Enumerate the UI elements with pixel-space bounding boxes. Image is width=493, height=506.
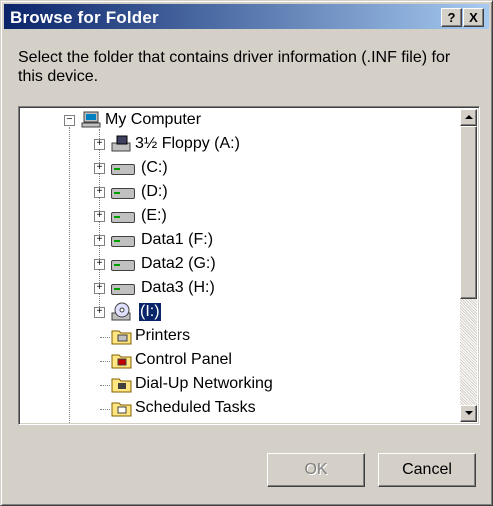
- tree-item-my-computer[interactable]: − My Computer: [59, 109, 459, 131]
- hard-drive-icon: [111, 188, 135, 199]
- hard-drive-icon: [111, 164, 135, 175]
- tree-item[interactable]: + (E:): [89, 205, 459, 227]
- expand-icon[interactable]: +: [94, 259, 105, 270]
- expand-icon[interactable]: +: [94, 235, 105, 246]
- tree-item[interactable]: + Data3 (H:): [89, 277, 459, 299]
- expand-icon[interactable]: +: [94, 211, 105, 222]
- instruction-text: Select the folder that contains driver i…: [18, 49, 451, 85]
- tree-item-label: (D:): [141, 183, 168, 200]
- tree-item-label: Printers: [135, 327, 191, 344]
- tree-item[interactable]: + Data2 (G:): [89, 253, 459, 275]
- expand-icon[interactable]: +: [94, 307, 105, 318]
- tree-item[interactable]: + (D:): [89, 181, 459, 203]
- tree-item-label: Dial-Up Networking: [135, 375, 273, 392]
- hard-drive-icon: [111, 284, 135, 295]
- tree-item[interactable]: Scheduled Tasks: [89, 397, 459, 419]
- collapse-icon[interactable]: −: [64, 115, 75, 126]
- printers-folder-icon: [111, 327, 133, 345]
- scroll-up-button[interactable]: [460, 109, 477, 126]
- expand-icon[interactable]: +: [94, 163, 105, 174]
- expand-icon[interactable]: +: [94, 283, 105, 294]
- folder-tree[interactable]: − My Computer + 3½ Floppy (A:) + (C:) + …: [18, 106, 480, 425]
- hard-drive-icon: [111, 260, 135, 271]
- tree-item[interactable]: + 3½ Floppy (A:): [89, 133, 459, 155]
- floppy-drive-icon: [111, 135, 133, 152]
- scroll-down-button[interactable]: [460, 405, 477, 422]
- tree-item-label: My Computer: [105, 111, 202, 128]
- browse-for-folder-dialog: Browse for Folder ? X Select the folder …: [0, 0, 493, 506]
- expand-icon[interactable]: +: [94, 139, 105, 150]
- tree-item-label: (I:): [138, 302, 162, 322]
- vertical-scrollbar[interactable]: [460, 109, 477, 422]
- hard-drive-icon: [111, 212, 135, 223]
- tree-connector-line: [100, 409, 110, 410]
- cancel-button[interactable]: Cancel: [378, 453, 476, 487]
- tree-item[interactable]: + (C:): [89, 157, 459, 179]
- scroll-thumb[interactable]: [460, 126, 477, 299]
- tree-item[interactable]: Printers: [89, 325, 459, 347]
- tree-item-selected[interactable]: + (I:): [89, 301, 459, 323]
- ok-button[interactable]: OK: [267, 453, 365, 487]
- window-title: Browse for Folder: [10, 8, 159, 27]
- tree-item-label: 3½ Floppy (A:): [135, 135, 240, 152]
- tree-item[interactable]: Dial-Up Networking: [89, 373, 459, 395]
- down-arrow-icon: [465, 411, 473, 415]
- expand-icon[interactable]: +: [94, 187, 105, 198]
- tree-connector-line: [100, 385, 110, 386]
- close-button[interactable]: X: [463, 8, 484, 27]
- computer-icon: [81, 111, 103, 128]
- tree-connector-line: [69, 127, 70, 424]
- control-panel-folder-icon: [111, 351, 133, 369]
- tree-item[interactable]: Control Panel: [89, 349, 459, 371]
- cd-drive-icon: [111, 302, 133, 321]
- tree-connector-line: [100, 337, 110, 338]
- dialup-folder-icon: [111, 375, 133, 393]
- tree-item-label: (C:): [141, 159, 168, 176]
- tree-item[interactable]: + Data1 (F:): [89, 229, 459, 251]
- title-bar[interactable]: Browse for Folder ? X: [4, 4, 489, 29]
- help-button[interactable]: ?: [441, 8, 462, 27]
- tree-connector-line: [100, 361, 110, 362]
- hard-drive-icon: [111, 236, 135, 247]
- tree-item-label: Data2 (G:): [141, 255, 216, 272]
- tree-item-label: (E:): [141, 207, 167, 224]
- scheduled-tasks-folder-icon: [111, 399, 133, 417]
- tree-item-label: Control Panel: [135, 351, 232, 368]
- up-arrow-icon: [465, 115, 473, 119]
- tree-item-label: Data1 (F:): [141, 231, 214, 248]
- tree-item-label: Scheduled Tasks: [135, 399, 256, 416]
- tree-item-label: Data3 (H:): [141, 279, 215, 296]
